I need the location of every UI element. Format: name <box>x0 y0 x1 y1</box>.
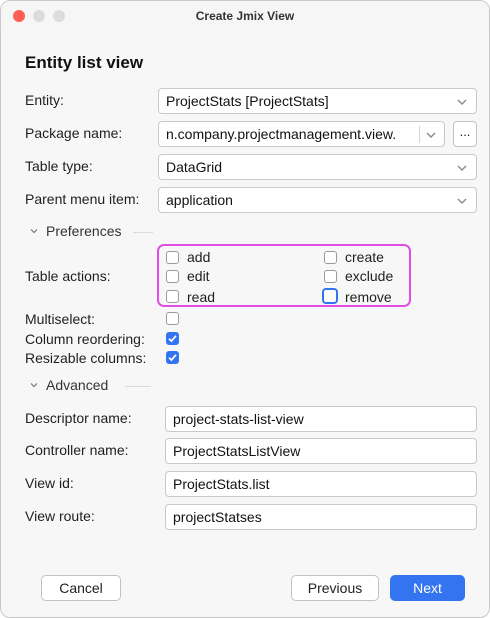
controller-name-label: Controller name: <box>25 442 129 458</box>
controller-name-input[interactable]: ProjectStatsListView <box>165 438 477 464</box>
entity-select-value: ProjectStats [ProjectStats] <box>166 93 329 109</box>
section-divider <box>125 386 151 387</box>
resizable-columns-label: Resizable columns: <box>25 350 147 366</box>
table-type-select-value: DataGrid <box>166 159 223 175</box>
section-divider <box>133 232 153 233</box>
checkmark-icon <box>168 354 177 362</box>
action-add-label: add <box>187 249 211 265</box>
next-button[interactable]: Next <box>390 575 465 601</box>
entity-select[interactable]: ProjectStats [ProjectStats] <box>158 88 477 114</box>
preferences-section-toggle[interactable]: Preferences <box>29 223 469 243</box>
previous-button[interactable]: Previous <box>291 575 379 601</box>
chevron-down-icon[interactable] <box>424 128 438 142</box>
checkmark-icon <box>168 335 177 343</box>
action-create-label: create <box>345 249 384 265</box>
advanced-section-toggle[interactable]: Advanced <box>29 377 469 397</box>
combobox-divider <box>419 126 420 143</box>
advanced-section-title: Advanced <box>46 377 109 393</box>
preferences-section-title: Preferences <box>46 223 122 239</box>
parent-menu-label: Parent menu item: <box>25 191 140 207</box>
package-label: Package name: <box>25 125 123 141</box>
multiselect-checkbox[interactable] <box>166 312 179 325</box>
view-route-label: View route: <box>25 508 95 524</box>
window-title: Create Jmix View <box>195 9 295 23</box>
package-combobox[interactable]: n.company.projectmanagement.view. <box>158 121 445 147</box>
browse-package-button[interactable]: ... <box>453 121 477 147</box>
chevron-down-icon <box>29 377 39 393</box>
chevron-down-icon <box>455 95 469 109</box>
title-bar: Create Jmix View <box>1 1 489 31</box>
chevron-down-icon <box>29 223 39 239</box>
table-actions-label: Table actions: <box>25 268 111 284</box>
entity-label: Entity: <box>25 92 64 108</box>
table-type-select[interactable]: DataGrid <box>158 154 477 180</box>
action-add-checkbox[interactable] <box>166 251 179 264</box>
chevron-down-icon <box>455 161 469 175</box>
resizable-columns-checkbox[interactable] <box>166 351 179 364</box>
view-id-label: View id: <box>25 475 74 491</box>
view-route-input[interactable]: projectStatses <box>165 504 477 530</box>
package-combobox-value: n.company.projectmanagement.view. <box>166 126 397 142</box>
action-exclude-checkbox[interactable] <box>324 270 337 283</box>
dialog-window: Create Jmix View Entity list view Entity… <box>0 0 490 618</box>
page-title: Entity list view <box>25 53 144 72</box>
view-id-input[interactable]: ProjectStats.list <box>165 471 477 497</box>
column-reordering-checkbox[interactable] <box>166 332 179 345</box>
descriptor-name-label: Descriptor name: <box>25 410 132 426</box>
cancel-button[interactable]: Cancel <box>41 575 121 601</box>
action-create-checkbox[interactable] <box>324 251 337 264</box>
parent-menu-select[interactable]: application <box>158 187 477 213</box>
table-type-label: Table type: <box>25 158 93 174</box>
descriptor-name-input[interactable]: project-stats-list-view <box>165 406 477 432</box>
action-exclude-label: exclude <box>345 268 394 284</box>
action-remove-label: remove <box>345 289 392 305</box>
chevron-down-icon <box>455 194 469 208</box>
action-edit-label: edit <box>187 268 210 284</box>
multiselect-label: Multiselect: <box>25 311 96 327</box>
parent-menu-select-value: application <box>166 192 233 208</box>
action-edit-checkbox[interactable] <box>166 270 179 283</box>
action-read-label: read <box>187 289 216 305</box>
action-remove-checkbox[interactable] <box>322 288 338 304</box>
action-read-checkbox[interactable] <box>166 290 179 303</box>
column-reordering-label: Column reordering: <box>25 331 145 347</box>
